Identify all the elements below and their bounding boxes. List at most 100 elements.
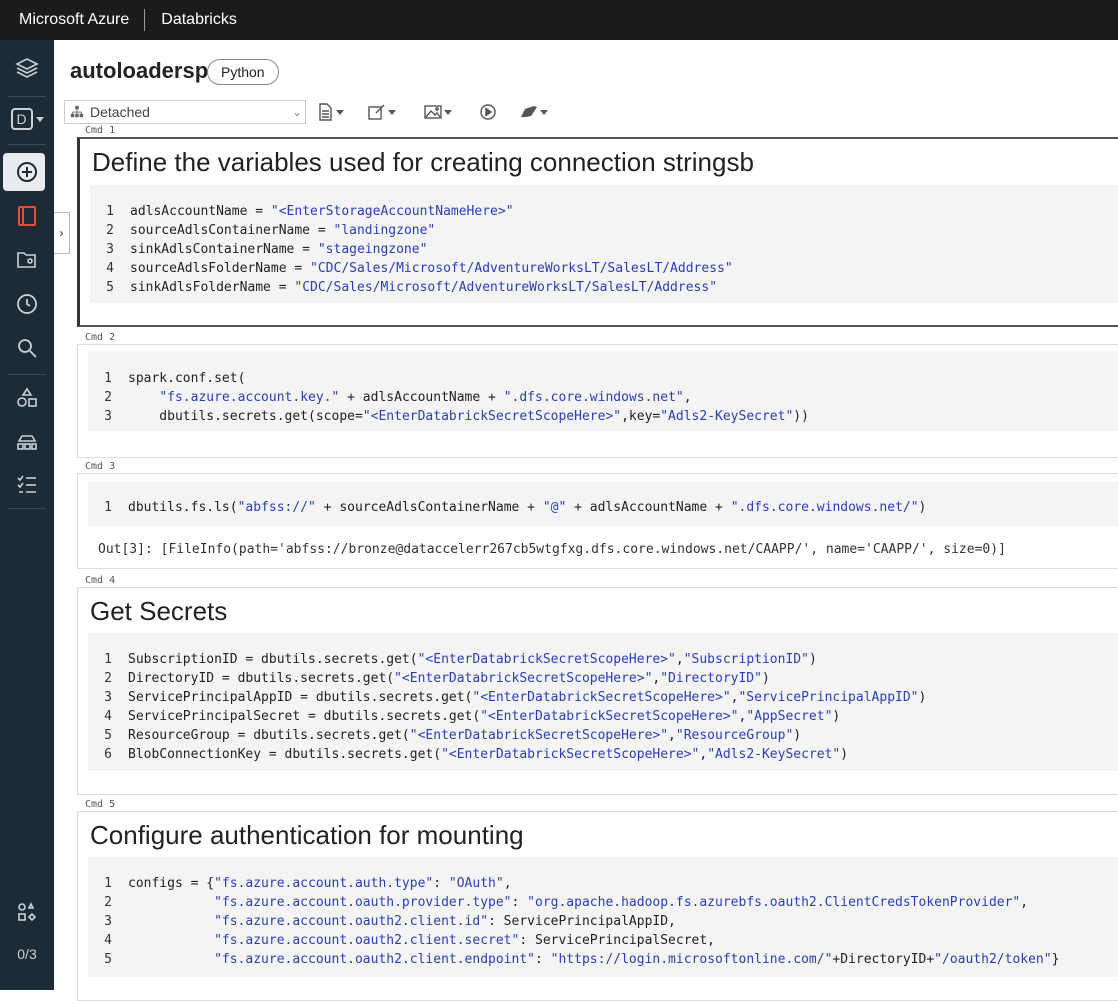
code-text: + sourceAdlsContainerName + [315, 500, 543, 515]
notebook-cell[interactable]: Get Secrets 1 SubscriptionID = dbutils.se… [77, 587, 1118, 795]
left-sidebar: D 0/3 [0, 40, 54, 990]
line-number: 1 [104, 652, 112, 667]
code-string: "CDC/Sales/Microsoft/AdventureWorksLT/Sa… [310, 261, 733, 276]
code-text: ) [793, 728, 802, 743]
notebook-cell[interactable]: 1 spark.conf.set( 2 "fs.azure.account.key… [77, 344, 1118, 458]
code-string: "<EnterDatabrickSecretScopeHere>" [480, 709, 739, 724]
language-badge[interactable]: Python [207, 59, 279, 85]
code-string: "<EnterDatabrickSecretScopeHere>" [394, 671, 653, 686]
code-string: "fs.azure.account.oauth2.client.endpoint… [214, 952, 535, 967]
code-string: ".dfs.core.windows.net/" [730, 500, 919, 515]
cluster-selector[interactable]: Detached ⌄ [64, 100, 306, 124]
notebook-cell[interactable]: Configure authentication for mounting 1 c… [77, 811, 1118, 1001]
code-string: "<EnterDatabrickSecretScopeHere>" [472, 690, 731, 705]
code-string: "CDC/Sales/Microsoft/AdventureWorksLT/Sa… [294, 280, 718, 295]
chevron-down-icon: ⌄ [291, 105, 302, 119]
code-text: sinkAdlsFolderName = [130, 280, 295, 295]
code-line: 2 DirectoryID = dbutils.secrets.get("<Ent… [88, 669, 1118, 688]
clear-menu-button[interactable] [520, 102, 548, 122]
code-line: 4 sourceAdlsFolderName = "CDC/Sales/Micro… [90, 259, 1118, 278]
line-number: 2 [104, 671, 112, 686]
run-all-button[interactable] [479, 102, 497, 122]
code-string: "<EnterDatabrickSecretScopeHere>" [417, 652, 676, 667]
code-editor[interactable]: 1 SubscriptionID = dbutils.secrets.get("<… [88, 633, 1118, 771]
line-number: 4 [106, 261, 114, 276]
code-string: "fs.azure.account.oauth2.client.secret" [214, 933, 520, 948]
code-string: "<EnterDatabrickSecretScopeHere>" [441, 747, 700, 762]
line-number: 1 [106, 204, 114, 219]
view-menu-button[interactable] [424, 102, 452, 122]
code-text: ) [761, 671, 770, 686]
line-number: 1 [104, 876, 112, 891]
azure-brand[interactable]: Microsoft Azure [0, 9, 146, 31]
settings-icon[interactable] [0, 892, 54, 932]
code-string: "https://login.microsoftonline.com/" [550, 952, 833, 967]
notebook-icon[interactable] [0, 196, 54, 236]
code-text: BlobConnectionKey = dbutils.secrets.get( [128, 747, 442, 762]
create-plus-icon[interactable] [0, 152, 54, 192]
code-string: "ServicePrincipalAppID" [738, 690, 919, 705]
file-menu-button[interactable] [316, 102, 344, 122]
code-line: 2 "fs.azure.account.oauth.provider.type"… [88, 893, 1118, 912]
cluster-icon[interactable] [0, 422, 54, 462]
code-editor[interactable]: 1 spark.conf.set( 2 "fs.azure.account.key… [88, 351, 1118, 431]
databricks-brand[interactable]: Databricks [145, 11, 237, 29]
code-string: "Adls2-KeySecret" [707, 747, 841, 762]
code-line: 4 "fs.azure.account.oauth2.client.secret… [88, 931, 1118, 950]
code-string: "OAuth" [448, 876, 504, 891]
task-progress[interactable]: 0/3 [0, 946, 54, 962]
code-text: , [683, 390, 692, 405]
cmd-label: Cmd 5 [85, 799, 116, 810]
code-text: )) [793, 409, 809, 424]
code-string: "AppSecret" [746, 709, 833, 724]
line-number: 1 [104, 371, 112, 386]
code-string: "<EnterStorageAccountNameHere>" [270, 204, 514, 219]
code-text: } [1051, 952, 1060, 967]
workspace-selector[interactable]: D [0, 99, 54, 139]
line-number: 2 [104, 390, 112, 405]
expand-panel-button[interactable]: › [54, 212, 70, 254]
code-editor[interactable]: 1 configs = {"fs.azure.account.auth.type"… [88, 857, 1118, 977]
layers-icon[interactable] [0, 48, 54, 88]
code-text: adlsAccountName = [130, 204, 271, 219]
cell-output: Out[3]: [FileInfo(path='abfss://bronze@d… [98, 542, 1006, 557]
cluster-status: Detached [90, 104, 150, 120]
code-text: ) [918, 690, 927, 705]
edit-icon [368, 104, 385, 120]
line-number: 2 [104, 895, 112, 910]
jobs-icon[interactable] [0, 464, 54, 504]
notebook-title[interactable]: autoloadersp [70, 58, 208, 84]
code-line: 3 "fs.azure.account.oauth2.client.id": S… [88, 912, 1118, 931]
code-line: 2 "fs.azure.account.key." + adlsAccountN… [88, 388, 1118, 407]
repos-icon[interactable] [0, 240, 54, 280]
edit-menu-button[interactable] [368, 102, 396, 122]
shapes-icon[interactable] [0, 378, 54, 418]
line-number: 3 [106, 242, 114, 257]
code-text: sinkAdlsContainerName = [130, 242, 318, 257]
file-icon [319, 103, 332, 121]
code-line: 4 ServicePrincipalSecret = dbutils.secret… [88, 707, 1118, 726]
recents-icon[interactable] [0, 284, 54, 324]
search-icon[interactable] [0, 328, 54, 368]
cmd-label: Cmd 3 [85, 461, 116, 472]
code-line: 3 ServicePrincipalAppID = dbutils.secrets… [88, 688, 1118, 707]
code-string: "fs.azure.account.oauth.provider.type" [214, 895, 512, 910]
code-line: 1 configs = {"fs.azure.account.auth.type"… [88, 874, 1118, 893]
line-number: 5 [104, 728, 112, 743]
image-icon [424, 105, 442, 119]
code-text: ServicePrincipalSecret = dbutils.secrets… [128, 709, 481, 724]
code-editor[interactable]: 1 dbutils.fs.ls("abfss://" + sourceAdlsCo… [88, 482, 1118, 526]
chevron-right-icon: › [59, 226, 64, 240]
notebook-cell[interactable]: 1 dbutils.fs.ls("abfss://" + sourceAdlsCo… [77, 473, 1118, 569]
code-text: SubscriptionID = dbutils.secrets.get( [128, 652, 418, 667]
code-text: dbutils.secrets.get(scope= [128, 409, 363, 424]
notebook-cell[interactable]: Define the variables used for creating c… [77, 137, 1118, 327]
code-editor[interactable]: 1 adlsAccountName = "<EnterStorageAccount… [90, 185, 1118, 303]
code-string: ".dfs.core.windows.net" [503, 390, 684, 405]
code-string: "fs.azure.account.auth.type" [214, 876, 434, 891]
workspace-d-icon: D [10, 108, 33, 130]
code-line: 1 dbutils.fs.ls("abfss://" + sourceAdlsCo… [88, 498, 1118, 517]
